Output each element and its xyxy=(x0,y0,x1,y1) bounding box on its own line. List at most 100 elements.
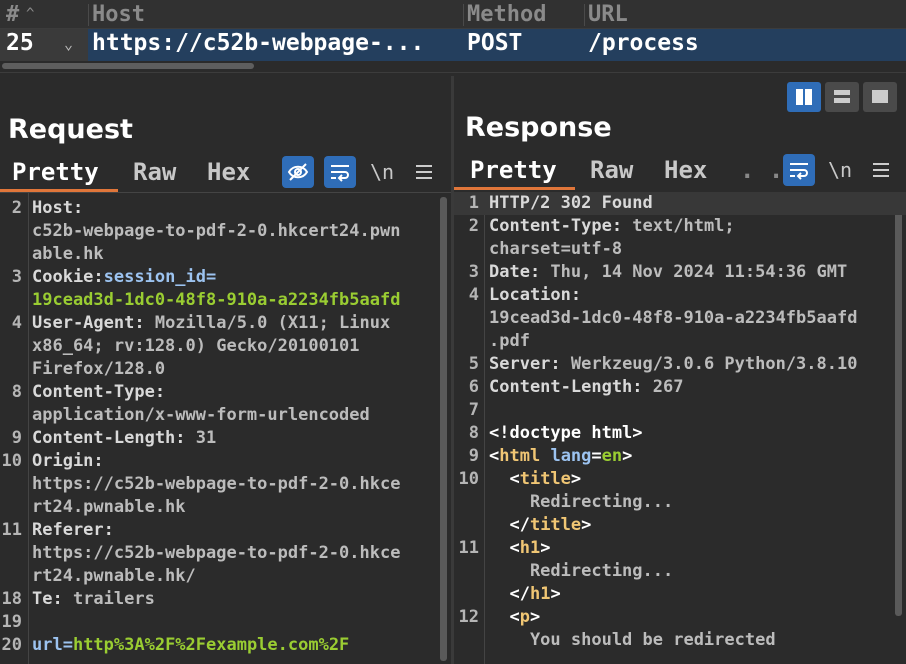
header-name: Content-Type: xyxy=(489,216,623,236)
code-line: able.hk xyxy=(0,243,451,266)
scrollbar-thumb[interactable] xyxy=(2,63,254,69)
horizontal-scrollbar[interactable] xyxy=(0,62,906,73)
param-value: http%3A%2F%2Fexample.com%2F xyxy=(72,635,350,655)
header-value: 19cead3d-1dc0-48f8-910a-a2234fb5aafd xyxy=(489,308,858,328)
header-name: Content-Length: xyxy=(489,377,643,397)
header-value: text/html; xyxy=(622,216,735,236)
tab-pretty[interactable]: Pretty xyxy=(12,158,99,186)
line-number: 4 xyxy=(468,285,479,305)
line-text: application/x-www-form-urlencoded xyxy=(32,404,370,427)
code-line: 19cead3d-1dc0-48f8-910a-a2234fb5aafd xyxy=(0,289,451,312)
header-value: rt24.pwnable.hk xyxy=(32,497,186,517)
line-number: 3 xyxy=(468,262,479,282)
tab-pretty[interactable]: Pretty xyxy=(470,156,557,184)
code-line: rt24.pwnable.hk/ xyxy=(0,565,451,588)
line-text: Referer: xyxy=(32,519,114,542)
code-line: .pdf xyxy=(454,330,906,353)
code-line: https://c52b-webpage-to-pdf-2-0.hkce xyxy=(0,473,451,496)
syntax-token: p xyxy=(519,607,530,627)
syntax-token: Redirecting... xyxy=(489,561,674,581)
row-method: POST xyxy=(467,30,523,56)
code-line: https://c52b-webpage-to-pdf-2-0.hkce xyxy=(0,542,451,565)
layout-single-icon[interactable] xyxy=(863,82,897,112)
line-number: 11 xyxy=(458,538,479,558)
tab-raw[interactable]: Raw xyxy=(133,158,176,186)
header-name: Te: xyxy=(32,589,63,609)
code-line: </title> xyxy=(454,514,906,537)
line-text: Date: Thu, 14 Nov 2024 11:54:36 GMT xyxy=(489,261,847,284)
header-name: User-Agent: xyxy=(32,313,145,333)
line-number: 9 xyxy=(11,428,22,448)
line-text: <h1> xyxy=(489,537,550,560)
header-name: Host: xyxy=(32,198,84,218)
col-header-number[interactable]: # xyxy=(6,2,19,27)
menu-icon[interactable] xyxy=(408,156,440,188)
layout-side-by-side-icon[interactable] xyxy=(787,82,821,112)
syntax-token: > xyxy=(540,538,551,558)
response-editor[interactable]: 1 HTTP/2 302 Found 2 Content-Type: text/htm… xyxy=(454,192,906,664)
word-wrap-icon[interactable] xyxy=(324,156,356,188)
code-line: 8 <!doctype html> xyxy=(454,422,906,445)
tab-hex[interactable]: Hex xyxy=(207,158,250,186)
line-text: https://c52b-webpage-to-pdf-2-0.hkce xyxy=(32,473,400,496)
line-number: 2 xyxy=(468,216,479,236)
code-line: Redirecting... xyxy=(454,560,906,583)
col-header-method[interactable]: Method xyxy=(467,2,546,27)
syntax-token: title xyxy=(519,469,571,489)
code-line: 18 Te: trailers xyxy=(0,588,451,611)
layout-stacked-icon[interactable] xyxy=(825,82,859,112)
sort-asc-icon[interactable]: ^ xyxy=(26,6,34,22)
active-tab-indicator xyxy=(454,187,575,190)
tab-hex[interactable]: Hex xyxy=(664,156,707,184)
header-value: rt24.pwnable.hk/ xyxy=(32,566,196,586)
header-name: Content-Type: xyxy=(32,382,166,402)
code-line: c52b-webpage-to-pdf-2-0.hkcert24.pwn xyxy=(0,220,451,243)
param-name: session_id= xyxy=(103,267,217,287)
line-number: 2 xyxy=(11,198,22,218)
newline-toggle[interactable]: \n xyxy=(824,154,856,186)
newline-toggle[interactable]: \n xyxy=(366,156,398,188)
line-text: .pdf xyxy=(489,330,530,353)
header-value: Mozilla/5.0 (X11; Linux xyxy=(144,313,391,333)
line-number: 1 xyxy=(468,193,479,213)
line-text: Server: Werkzeug/3.0.6 Python/3.8.10 xyxy=(489,353,857,376)
column-divider[interactable] xyxy=(584,4,585,26)
line-number: 8 xyxy=(11,382,22,402)
line-number: 8 xyxy=(468,423,479,443)
line-text: rt24.pwnable.hk/ xyxy=(32,565,196,588)
line-text: </h1> xyxy=(489,583,561,606)
word-wrap-icon[interactable] xyxy=(783,154,815,186)
line-number: 7 xyxy=(468,400,479,420)
line-text: Te: trailers xyxy=(32,588,155,611)
line-text: charset=utf-8 xyxy=(489,238,622,261)
syntax-token: > xyxy=(550,584,561,604)
syntax-token: en xyxy=(601,446,623,466)
header-name: Content-Length: xyxy=(32,428,186,448)
column-divider[interactable] xyxy=(463,4,464,26)
code-line: x86_64; rv:128.0) Gecko/20100101 xyxy=(0,335,451,358)
chevron-down-icon[interactable]: ⌄ xyxy=(64,35,73,53)
line-number: 9 xyxy=(468,446,479,466)
code-line: 3 Cookie:session_id= xyxy=(0,266,451,289)
column-divider[interactable] xyxy=(88,4,89,26)
code-line: 3 Date: Thu, 14 Nov 2024 11:54:36 GMT xyxy=(454,261,906,284)
line-text: Host: xyxy=(32,197,83,220)
code-line: 2 Content-Type: text/html; xyxy=(454,215,906,238)
row-url: /process xyxy=(588,30,699,56)
response-tabs: Pretty Raw Hex . . \n xyxy=(454,154,906,193)
col-header-url[interactable]: URL xyxy=(588,2,628,27)
request-editor[interactable]: 2 Host: c52b-webpage-to-pdf-2-0.hkcert24.p… xyxy=(0,193,451,664)
code-line: 20 url=http%3A%2F%2Fexample.com%2F xyxy=(0,634,451,657)
hide-nonprintable-icon[interactable] xyxy=(282,156,314,188)
menu-icon[interactable] xyxy=(865,154,897,186)
header-value: https://c52b-webpage-to-pdf-2-0.hkce xyxy=(32,543,401,563)
line-text: Content-Length: 267 xyxy=(489,376,683,399)
line-text: x86_64; rv:128.0) Gecko/20100101 xyxy=(32,335,360,358)
tab-overflow[interactable]: . . xyxy=(740,156,783,184)
col-header-host[interactable]: Host xyxy=(92,2,145,27)
line-number: 4 xyxy=(11,313,22,333)
tab-raw[interactable]: Raw xyxy=(590,156,633,184)
row-host: https://c52b-webpage-... xyxy=(92,30,425,56)
code-line: </h1> xyxy=(454,583,906,606)
header-name: Location: xyxy=(489,285,582,305)
